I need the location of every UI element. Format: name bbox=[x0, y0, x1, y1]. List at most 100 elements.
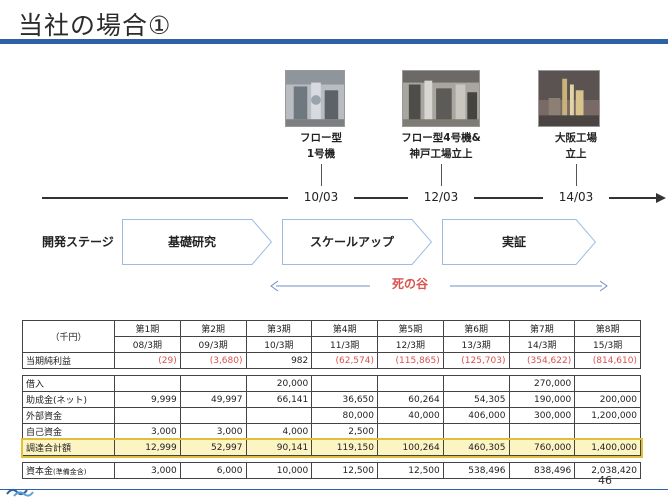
unit-label: （千円） bbox=[22, 320, 115, 353]
row-label: 借入 bbox=[22, 375, 115, 392]
table-cell: 40,000 bbox=[377, 407, 444, 424]
table-cell: 6,000 bbox=[179, 462, 247, 479]
period-header: 第3期 bbox=[245, 320, 313, 337]
table-cell: 200,000 bbox=[574, 391, 641, 408]
table-cell: 12,500 bbox=[311, 462, 378, 479]
table-cell bbox=[442, 423, 510, 440]
stage-label: 実証 bbox=[501, 235, 526, 249]
table-cell: 538,496 bbox=[442, 462, 510, 479]
row-label: 外部資金 bbox=[22, 407, 115, 424]
table-cell bbox=[574, 375, 641, 392]
milestone-tick-1 bbox=[321, 164, 322, 186]
fiscal-header: 08/3期 bbox=[114, 336, 181, 353]
table-cell bbox=[508, 423, 576, 440]
kobe-factory-photo bbox=[402, 70, 480, 127]
table-cell: (62,574) bbox=[311, 352, 378, 369]
table-cell: 4,000 bbox=[245, 423, 313, 440]
period-header: 第5期 bbox=[377, 320, 444, 337]
table-cell: 460,305 bbox=[442, 439, 510, 456]
page-number: 46 bbox=[598, 474, 612, 487]
funding-row: 外部資金 80,000 40,000 406,000 300,000 1,200… bbox=[22, 407, 641, 424]
table-cell: 9,999 bbox=[114, 391, 181, 408]
row-label: 当期純利益 bbox=[22, 352, 115, 369]
table-cell: 2,500 bbox=[311, 423, 378, 440]
footer-line bbox=[0, 489, 668, 490]
table-cell: 3,000 bbox=[114, 423, 181, 440]
table-cell: 3,000 bbox=[179, 423, 247, 440]
milestone-tick-2 bbox=[441, 164, 442, 186]
table-cell bbox=[114, 375, 181, 392]
period-header: 第8期 bbox=[574, 320, 641, 337]
period-header: 第6期 bbox=[442, 320, 510, 337]
row-label-note: (準備金含) bbox=[53, 468, 87, 476]
stage-basic-research: 基礎研究 bbox=[122, 219, 272, 265]
period-header: 第2期 bbox=[179, 320, 247, 337]
table-cell: 270,000 bbox=[508, 375, 576, 392]
capital-row: 資本金(準備金含) 3,000 6,000 10,000 12,500 12,5… bbox=[22, 462, 641, 479]
table-cell bbox=[179, 407, 247, 424]
table-cell: 12,500 bbox=[377, 462, 444, 479]
table-cell: 60,264 bbox=[377, 391, 444, 408]
table-cell: (29) bbox=[114, 352, 181, 369]
table-cell: 49,997 bbox=[179, 391, 247, 408]
table-cell bbox=[377, 423, 444, 440]
table-cell: 10,000 bbox=[245, 462, 313, 479]
table-cell: 54,305 bbox=[442, 391, 510, 408]
stage-demonstration: 実証 bbox=[442, 219, 596, 265]
table-header-row: （千円） 第1期 第2期 第3期 第4期 第5期 第6期 第7期 第8期 bbox=[22, 320, 641, 353]
funding-row: 自己資金 3,000 3,000 4,000 2,500 bbox=[22, 423, 641, 440]
timeline-date: 14/03 bbox=[543, 187, 609, 207]
table-cell: 12,999 bbox=[114, 439, 181, 456]
table-cell: 3,000 bbox=[114, 462, 181, 479]
table-cell: 838,496 bbox=[508, 462, 576, 479]
stage-label: 基礎研究 bbox=[167, 235, 216, 249]
milestone-label-2: フロー型4号機& 神戸工場立上 bbox=[401, 132, 481, 160]
page-title: 当社の場合① bbox=[18, 11, 172, 40]
table-cell bbox=[377, 375, 444, 392]
row-label: 資本金(準備金含) bbox=[22, 462, 115, 479]
table-cell bbox=[114, 407, 181, 424]
table-cell bbox=[442, 375, 510, 392]
stage-label: スケールアップ bbox=[309, 235, 394, 249]
fiscal-header: 12/3期 bbox=[377, 336, 444, 353]
table-header-row: 08/3期 09/3期 10/3期 11/3期 12/3期 13/3期 14/3… bbox=[23, 336, 641, 353]
fiscal-header: 14/3期 bbox=[508, 336, 576, 353]
table-spacer bbox=[22, 368, 641, 376]
stage-scale-up: スケールアップ bbox=[282, 219, 432, 265]
period-header: 第1期 bbox=[114, 320, 181, 337]
table-cell bbox=[574, 423, 641, 440]
milestone-label-3: 大阪工場 立上 bbox=[555, 132, 597, 160]
fiscal-header: 09/3期 bbox=[179, 336, 247, 353]
total-row: 調達合計額 12,999 52,997 90,141 119,150 100,2… bbox=[20, 437, 643, 458]
table-cell: 36,650 bbox=[311, 391, 378, 408]
row-label: 助成金(ネット) bbox=[22, 391, 115, 408]
row-label: 自己資金 bbox=[22, 423, 115, 440]
table-spacer bbox=[22, 455, 641, 463]
milestone-tick-3 bbox=[576, 164, 577, 186]
table-cell: (3,680) bbox=[179, 352, 247, 369]
period-header: 第7期 bbox=[508, 320, 576, 337]
table-cell: 90,141 bbox=[245, 439, 313, 456]
row-label: 調達合計額 bbox=[22, 439, 115, 456]
table-cell: 66,141 bbox=[245, 391, 313, 408]
table-cell: 1,200,000 bbox=[574, 407, 641, 424]
table-cell: 1,400,000 bbox=[574, 439, 641, 456]
table-cell bbox=[311, 375, 378, 392]
table-cell bbox=[179, 375, 247, 392]
osaka-factory-photo bbox=[538, 70, 600, 127]
table-cell: 190,000 bbox=[508, 391, 576, 408]
table-cell: 80,000 bbox=[311, 407, 378, 424]
financial-table: （千円） 第1期 第2期 第3期 第4期 第5期 第6期 第7期 第8期 08/… bbox=[20, 320, 643, 479]
table-cell: 52,997 bbox=[179, 439, 247, 456]
prototype-machine-photo bbox=[285, 70, 345, 127]
table-cell: (354,622) bbox=[508, 352, 576, 369]
period-header: 第4期 bbox=[311, 320, 378, 337]
funding-row: 借入 20,000 270,000 bbox=[22, 375, 641, 392]
stage-title: 開発ステージ bbox=[42, 235, 114, 249]
milestone-label-1: フロー型 1号機 bbox=[300, 132, 342, 160]
fiscal-header: 13/3期 bbox=[442, 336, 510, 353]
table-cell: 406,000 bbox=[442, 407, 510, 424]
table-cell: 300,000 bbox=[508, 407, 576, 424]
fiscal-header: 11/3期 bbox=[311, 336, 378, 353]
fiscal-header: 10/3期 bbox=[245, 336, 313, 353]
